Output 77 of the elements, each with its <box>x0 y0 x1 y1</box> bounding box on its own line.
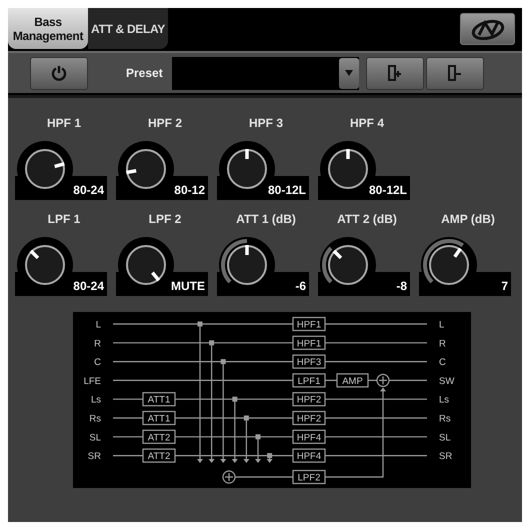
channel-label: SR <box>88 451 101 462</box>
filter-block: LPF1 <box>292 373 326 388</box>
channel-label: SW <box>439 376 454 387</box>
power-button[interactable] <box>30 56 88 90</box>
caret-icon <box>345 70 353 76</box>
knob-label: HPF 1 <box>46 116 81 130</box>
channel-label: SR <box>439 451 452 462</box>
knob-value: -6 <box>295 279 306 293</box>
knob-label: ATT 2 (dB) <box>336 212 397 226</box>
knob[interactable] <box>15 236 107 296</box>
knob[interactable] <box>217 140 309 200</box>
knob-label: AMP (dB) <box>440 212 495 226</box>
knob-value: MUTE <box>171 279 205 293</box>
tab[interactable]: Bass Management <box>8 8 88 49</box>
add-preset-button[interactable] <box>366 56 424 90</box>
channel-label: LFE <box>84 376 101 387</box>
knob[interactable] <box>116 236 208 296</box>
channel-label: Ls <box>439 394 450 406</box>
knob-value: 7 <box>501 279 508 293</box>
knob[interactable] <box>419 236 511 296</box>
channel-label: C <box>439 357 446 368</box>
tab[interactable]: ATT & DELAY <box>88 8 168 49</box>
knob-label: LPF 2 <box>148 212 182 226</box>
tap-arrow <box>266 453 273 463</box>
filter-block: AMP <box>336 373 369 388</box>
filter-block: ATT1 <box>142 410 176 426</box>
dropdown-button[interactable] <box>339 58 359 88</box>
knob-value: 80-24 <box>73 279 104 293</box>
sum-node-icon <box>222 470 236 484</box>
knob-label: ATT 1 (dB) <box>235 212 296 226</box>
channel-label: L <box>439 320 444 330</box>
channel-label: R <box>94 338 101 350</box>
logo-button[interactable] <box>460 13 515 45</box>
knob-value: 80-12L <box>268 183 306 197</box>
file-minus-icon <box>448 65 462 81</box>
sum-node-icon <box>376 374 390 387</box>
channel-label: L <box>96 320 101 330</box>
preset-dropdown[interactable] <box>172 56 359 90</box>
filter-block: ATT2 <box>142 448 176 463</box>
channel-label: C <box>94 357 101 368</box>
knob[interactable] <box>318 236 410 296</box>
filter-block: HPF2 <box>292 392 326 406</box>
knob[interactable] <box>318 140 410 200</box>
filter-block: HPF3 <box>292 354 326 369</box>
file-plus-icon <box>388 65 402 81</box>
filter-block: HPF2 <box>292 410 326 426</box>
filter-block: ATT2 <box>142 430 176 444</box>
filter-block: HPF1 <box>292 336 326 350</box>
knob[interactable] <box>116 140 208 200</box>
filter-block: HPF4 <box>292 430 326 444</box>
knob-value: -8 <box>396 279 407 293</box>
filter-block: HPF4 <box>292 448 326 463</box>
knob-value: 80-12 <box>174 183 205 197</box>
preset-label: Preset <box>126 66 164 80</box>
logo-icon <box>470 18 506 40</box>
power-icon <box>51 65 67 81</box>
remove-preset-button[interactable] <box>426 56 484 90</box>
channel-label: Ls <box>90 394 101 406</box>
knob[interactable] <box>217 236 309 296</box>
knob-value: 80-24 <box>73 183 104 197</box>
knob-label: HPF 3 <box>248 116 283 130</box>
knob-label: HPF 2 <box>146 116 182 130</box>
channel-label: SL <box>89 432 101 444</box>
channel-label: R <box>439 338 446 350</box>
tap-arrow <box>243 416 250 463</box>
channel-label: Rs <box>439 414 451 424</box>
tap-arrow <box>232 396 238 463</box>
filter-block: ATT1 <box>142 392 176 406</box>
tap-arrow <box>255 434 261 463</box>
channel-label: SL <box>439 432 451 444</box>
knob[interactable] <box>15 140 107 200</box>
filter-block: LPF2 <box>292 470 326 484</box>
knob-label: LPF 1 <box>46 212 80 226</box>
channel-label: Rs <box>89 414 101 424</box>
knob-label: HPF 4 <box>348 116 384 130</box>
filter-block: HPF1 <box>292 316 326 332</box>
knob-value: 80-12L <box>368 183 407 197</box>
